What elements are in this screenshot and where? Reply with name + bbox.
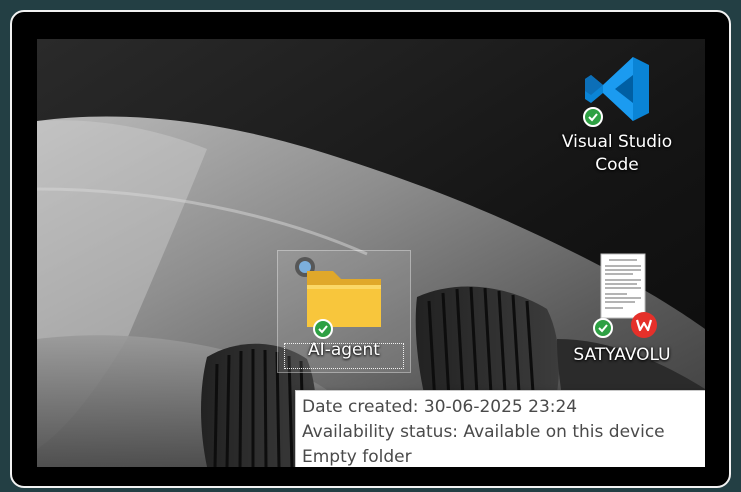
- desktop-icon-satyavolu-document[interactable]: SATYAVOLU: [557, 250, 687, 367]
- synced-check-icon: [593, 318, 613, 338]
- folder-info-tooltip: Date created: 30-06-2025 23:24 Availabil…: [295, 390, 705, 467]
- desktop[interactable]: Visual Studio Code AI-agent SATYAVOLU Da…: [37, 39, 705, 467]
- desktop-icon-label: AI-agent: [308, 340, 380, 360]
- vscode-icon: [581, 53, 653, 127]
- tooltip-date-created: Date created: 30-06-2025 23:24: [302, 397, 578, 417]
- synced-check-icon: [313, 319, 333, 339]
- label-line: Code: [595, 155, 639, 175]
- tooltip-folder-contents: Empty folder: [302, 447, 412, 467]
- label-line: Visual Studio: [561, 132, 673, 152]
- device-frame: Visual Studio Code AI-agent SATYAVOLU Da…: [10, 10, 731, 488]
- folder-icon: [299, 257, 389, 339]
- desktop-icon-ai-agent-folder[interactable]: AI-agent: [277, 250, 411, 373]
- document-thumbnail-icon: [577, 250, 667, 338]
- wps-office-icon: [631, 312, 657, 338]
- desktop-icon-visual-studio-code[interactable]: Visual Studio Code: [547, 53, 687, 177]
- tooltip-availability-status: Availability status: Available on this d…: [302, 422, 665, 442]
- desktop-icon-label: Visual Studio Code: [547, 131, 687, 177]
- synced-check-icon: [583, 107, 603, 127]
- desktop-icon-label: SATYAVOLU: [573, 345, 671, 365]
